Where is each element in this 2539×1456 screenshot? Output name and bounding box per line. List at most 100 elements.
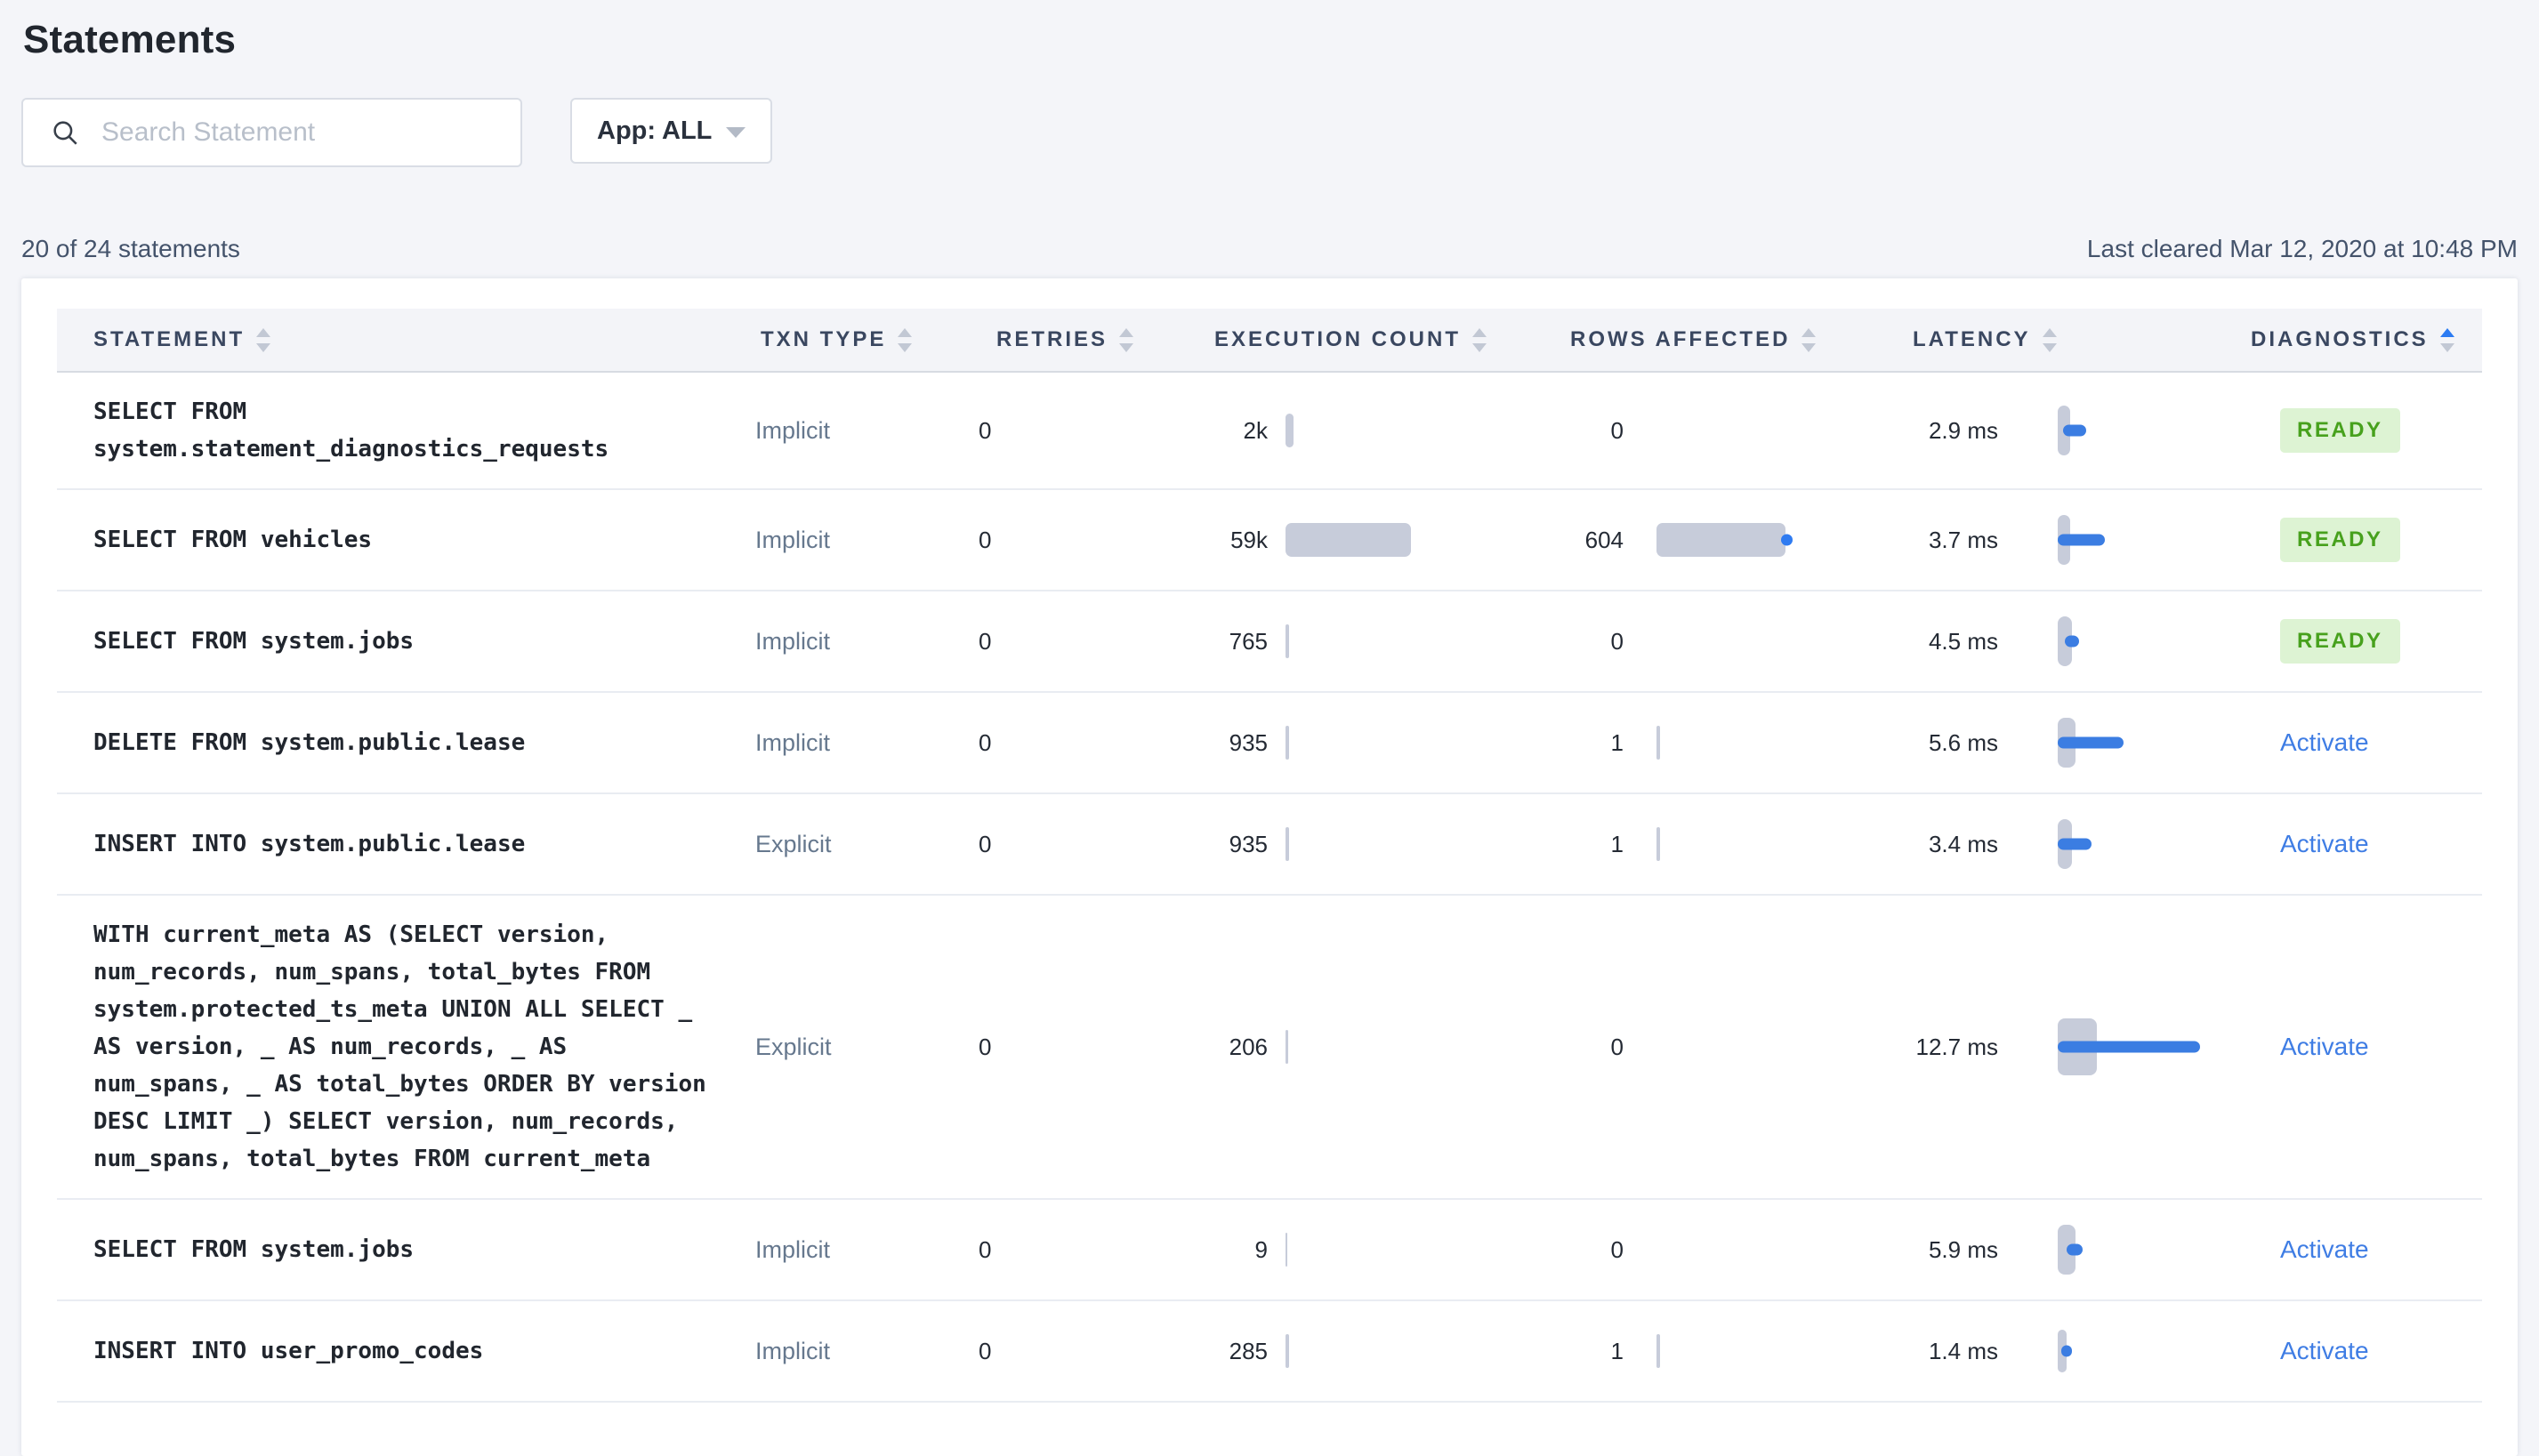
latency-cell: 5.9 ms: [1913, 1200, 2251, 1299]
table-row: SELECT FROM system.jobs Implicit 0 765 0…: [57, 591, 2482, 693]
table-row: SELECT FROM system.jobs Implicit 0 9 0 5…: [57, 1200, 2482, 1301]
page-title: Statements: [23, 18, 237, 61]
sort-icon[interactable]: [2439, 327, 2454, 352]
statement-link[interactable]: INSERT INTO system.public.lease: [93, 825, 716, 863]
latency-value: 5.6 ms: [1928, 728, 1998, 756]
latency-cell: 1.4 ms: [1913, 1301, 2251, 1401]
execution-count-cell: 2k: [1214, 385, 1570, 476]
diagnostics-activate-link[interactable]: Activate: [2280, 1235, 2369, 1263]
rows-affected-cell: 0: [1570, 596, 1913, 687]
statement-link[interactable]: SELECT FROM system.jobs: [93, 1231, 716, 1268]
latency-cell: 3.7 ms: [1913, 490, 2251, 590]
execution-count-cell: 935: [1214, 799, 1570, 889]
latency-value: 1.4 ms: [1928, 1337, 1998, 1364]
rows-affected-value: 1: [1610, 728, 1624, 756]
statement-link[interactable]: SELECT FROM vehicles: [93, 521, 716, 559]
column-header-execution-count[interactable]: EXECUTION COUNT: [1214, 327, 1570, 352]
statements-page: Statements App: ALL 20 of 24 statements …: [0, 0, 2539, 1456]
execution-count-value: 765: [1229, 627, 1268, 655]
execution-count-value: 206: [1229, 1033, 1268, 1060]
diagnostics-cell: READY: [2251, 497, 2482, 583]
txn-type-cell: Implicit: [755, 728, 831, 756]
execution-count-value: 59k: [1230, 526, 1268, 553]
latency-value: 3.7 ms: [1928, 526, 1998, 553]
retries-cell: 0: [979, 1235, 992, 1263]
column-header-label: ROWS AFFECTED: [1570, 327, 1791, 351]
execution-count-value: 9: [1254, 1235, 1268, 1263]
search-box[interactable]: [21, 98, 522, 167]
rows-affected-value: 604: [1584, 526, 1624, 553]
table-row: SELECT FROM system.statement_diagnostics…: [57, 373, 2482, 490]
latency-mean-bar: [2067, 1243, 2083, 1256]
execution-count-cell: 935: [1214, 697, 1570, 788]
sort-icon[interactable]: [1119, 327, 1134, 352]
latency-chart: [2058, 1018, 2218, 1076]
latency-cell: 2.9 ms: [1913, 381, 2251, 480]
statements-count: 20 of 24 statements: [21, 235, 240, 262]
txn-type-cell: Implicit: [755, 1337, 831, 1364]
column-header-statement[interactable]: STATEMENT: [57, 327, 755, 352]
diagnostics-ready-badge: READY: [2280, 619, 2400, 664]
retries-cell: 0: [979, 526, 992, 553]
table-row: WITH current_meta AS (SELECT version, nu…: [57, 896, 2482, 1200]
sort-icon[interactable]: [1801, 327, 1817, 352]
execution-count-value: 285: [1229, 1337, 1268, 1364]
latency-mean-bar: [2058, 534, 2105, 546]
execution-count-cell: 285: [1214, 1306, 1570, 1396]
retries-cell: 0: [979, 728, 992, 756]
column-header-latency[interactable]: LATENCY: [1913, 327, 2251, 352]
latency-value: 2.9 ms: [1928, 416, 1998, 444]
execution-count-bar: [1286, 1334, 1289, 1368]
rows-affected-cell: 0: [1570, 385, 1913, 476]
diagnostics-ready-badge: READY: [2280, 408, 2400, 453]
diagnostics-activate-link[interactable]: Activate: [2280, 1337, 2369, 1364]
latency-mean-bar: [2058, 838, 2092, 850]
latency-chart: [2058, 612, 2218, 671]
latency-value: 5.9 ms: [1928, 1235, 1998, 1263]
txn-type-cell: Explicit: [755, 830, 832, 857]
summary-row: 20 of 24 statements Last cleared Mar 12,…: [21, 235, 2518, 263]
search-icon: [53, 121, 77, 145]
rows-affected-value: 0: [1610, 416, 1624, 444]
column-header-rows-affected[interactable]: ROWS AFFECTED: [1570, 327, 1913, 352]
diagnostics-activate-link[interactable]: Activate: [2280, 1033, 2369, 1060]
column-header-retries[interactable]: RETRIES: [961, 327, 1214, 352]
column-header-txn-type[interactable]: TXN TYPE: [755, 327, 961, 352]
latency-chart: [2058, 401, 2218, 460]
table-row: INSERT INTO system.public.lease Explicit…: [57, 794, 2482, 896]
sort-icon[interactable]: [898, 327, 913, 352]
sort-icon[interactable]: [1472, 327, 1487, 352]
latency-mean-bar: [2058, 736, 2124, 749]
latency-cell: 5.6 ms: [1913, 693, 2251, 792]
last-cleared-timestamp: Last cleared Mar 12, 2020 at 10:48 PM: [2086, 235, 2518, 262]
execution-count-cell: 765: [1214, 596, 1570, 687]
rows-affected-cell: 0: [1570, 1204, 1913, 1295]
rows-affected-value: 0: [1610, 1033, 1624, 1060]
statement-link[interactable]: DELETE FROM system.public.lease: [93, 724, 716, 761]
diagnostics-cell: Activate: [2251, 809, 2482, 879]
rows-affected-value: 0: [1610, 1235, 1624, 1263]
latency-mean-bar: [2063, 424, 2086, 437]
statement-link[interactable]: INSERT INTO user_promo_codes: [93, 1332, 716, 1370]
statement-link[interactable]: SELECT FROM system.statement_diagnostics…: [93, 393, 716, 468]
app-filter-dropdown[interactable]: App: ALL: [570, 98, 773, 164]
txn-type-cell: Explicit: [755, 1033, 832, 1060]
latency-mean-bar: [2058, 1041, 2200, 1053]
rows-affected-cell: 0: [1570, 1002, 1913, 1092]
txn-type-cell: Implicit: [755, 526, 831, 553]
sort-icon[interactable]: [2042, 327, 2057, 352]
latency-value: 12.7 ms: [1915, 1033, 1999, 1060]
diagnostics-activate-link[interactable]: Activate: [2280, 728, 2369, 756]
column-header-diagnostics[interactable]: DIAGNOSTICS: [2251, 327, 2482, 352]
statement-link[interactable]: WITH current_meta AS (SELECT version, nu…: [93, 916, 716, 1178]
rows-affected-cell: 1: [1570, 697, 1913, 788]
latency-cell: 12.7 ms: [1913, 997, 2251, 1097]
search-input[interactable]: [100, 117, 499, 149]
rows-affected-bar: [1656, 523, 1785, 557]
retries-cell: 0: [979, 416, 992, 444]
rows-affected-cell: 1: [1570, 799, 1913, 889]
statement-link[interactable]: SELECT FROM system.jobs: [93, 623, 716, 660]
column-header-label: LATENCY: [1913, 327, 2031, 351]
sort-icon[interactable]: [256, 327, 271, 352]
diagnostics-activate-link[interactable]: Activate: [2280, 830, 2369, 857]
